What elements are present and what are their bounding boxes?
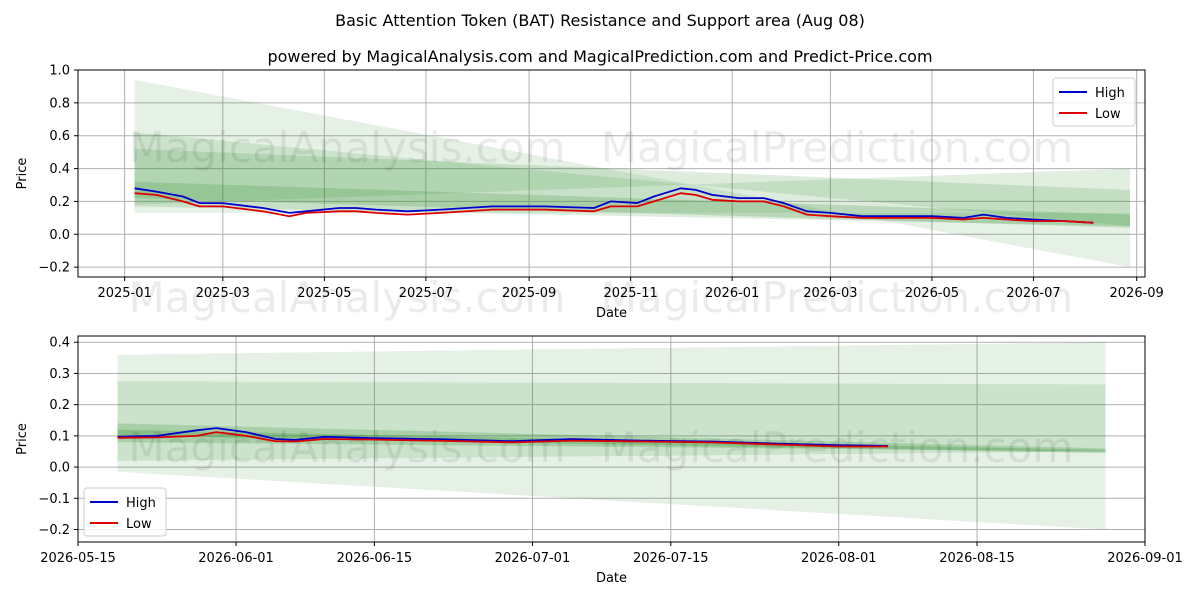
- top-support-resistance-bands: [134, 79, 1131, 268]
- legend-label-low: Low: [126, 517, 152, 532]
- x-tick-label: 2025-01: [97, 286, 151, 301]
- watermark-magicalprediction: MagicalPrediction.com: [601, 123, 1074, 172]
- y-axis-label: Price: [15, 423, 30, 455]
- y-tick-label: 0.2: [49, 398, 70, 413]
- x-axis-label: Date: [596, 306, 627, 321]
- chart-title: Basic Attention Token (BAT) Resistance a…: [335, 11, 865, 30]
- watermark-magicalanalysis: MagicalAnalysis.com: [129, 123, 566, 172]
- y-tick-label: 0.3: [49, 367, 70, 382]
- top-legend: High Low: [1052, 77, 1136, 127]
- y-tick-label: 0.1: [49, 429, 70, 444]
- legend-label-high: High: [1095, 86, 1125, 101]
- y-axis-label: Price: [15, 158, 30, 190]
- x-tick-label: 2026-07-15: [633, 551, 709, 566]
- x-tick-label: 2026-06-01: [198, 551, 274, 566]
- x-tick-label: 2025-09: [502, 286, 556, 301]
- bottom-watermarks: MagicalAnalysis.com MagicalPrediction.com: [129, 423, 1074, 472]
- y-tick-label: 0.4: [49, 336, 70, 351]
- y-tick-label: −0.2: [38, 261, 70, 276]
- y-tick-label: 1.0: [49, 64, 70, 79]
- y-tick-label: 0.0: [49, 461, 70, 476]
- legend-label-high: High: [126, 496, 156, 511]
- x-tick-label: 2026-03: [803, 286, 857, 301]
- x-tick-label: 2026-09: [1110, 286, 1164, 301]
- x-tick-label: 2026-01: [705, 286, 759, 301]
- chart-subtitle: powered by MagicalAnalysis.com and Magic…: [267, 47, 932, 66]
- x-tick-label: 2026-07: [1006, 286, 1060, 301]
- y-tick-label: −0.1: [38, 492, 70, 507]
- y-tick-label: 0.6: [49, 129, 70, 144]
- bottom-chart-panel: MagicalAnalysis.com MagicalPrediction.com…: [15, 335, 1183, 586]
- x-tick-label: 2025-11: [603, 286, 657, 301]
- y-tick-label: 0.0: [49, 228, 70, 243]
- x-tick-label: 2025-03: [196, 286, 250, 301]
- bottom-legend: High Low: [83, 487, 167, 537]
- x-tick-label: 2026-08-15: [939, 551, 1015, 566]
- chart-figure: Basic Attention Token (BAT) Resistance a…: [15, 11, 1183, 586]
- x-tick-label: 2025-07: [399, 286, 453, 301]
- x-tick-label: 2026-05: [905, 286, 959, 301]
- y-tick-label: 0.8: [49, 96, 70, 111]
- x-tick-label: 2026-06-15: [337, 551, 413, 566]
- x-tick-label: 2026-05-15: [40, 551, 116, 566]
- watermark-magicalprediction: MagicalPrediction.com: [601, 423, 1074, 472]
- x-tick-label: 2026-07-01: [495, 551, 571, 566]
- top-chart-panel: MagicalAnalysis.com MagicalPrediction.com…: [15, 64, 1164, 323]
- legend-label-low: Low: [1095, 107, 1121, 122]
- x-tick-label: 2026-09-01: [1107, 551, 1183, 566]
- y-tick-label: 0.4: [49, 162, 70, 177]
- x-tick-label: 2025-05: [297, 286, 351, 301]
- y-tick-label: −0.2: [38, 523, 70, 538]
- x-axis-label: Date: [596, 571, 627, 586]
- y-tick-label: 0.2: [49, 195, 70, 210]
- x-tick-label: 2026-08-01: [801, 551, 877, 566]
